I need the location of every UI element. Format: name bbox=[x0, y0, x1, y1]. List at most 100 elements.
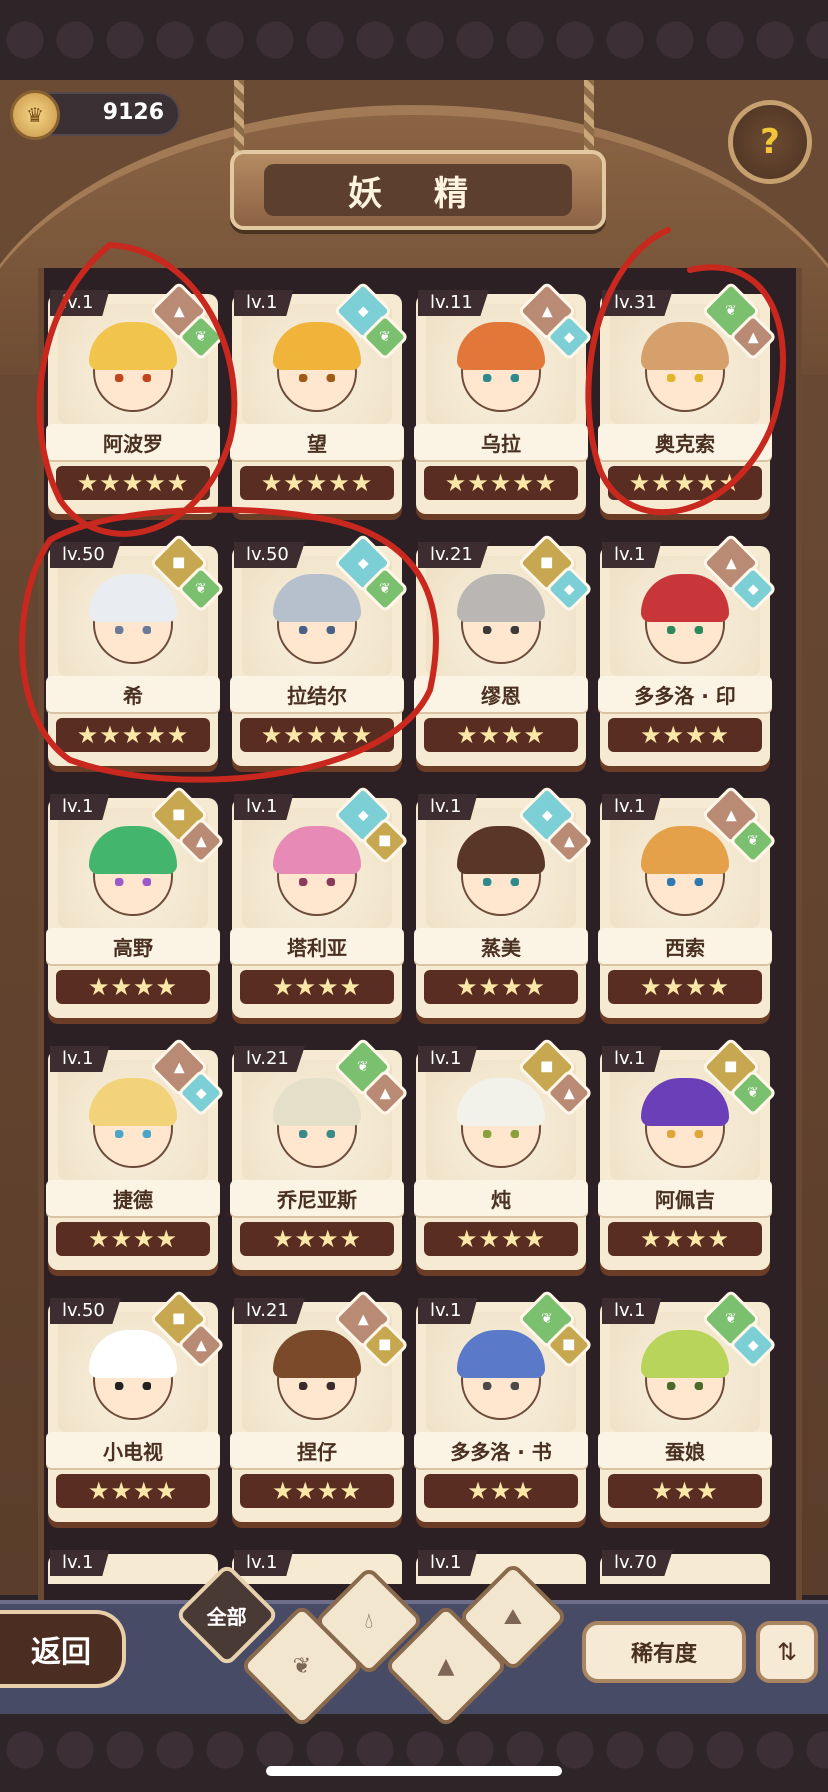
fairy-face bbox=[457, 826, 545, 916]
fairy-card[interactable]: lv.11 ▲ ◆ 乌拉 ★★★★★ bbox=[414, 281, 594, 514]
fairy-card[interactable]: lv.21 ▲ ■ 捏仔 ★★★★ bbox=[230, 1289, 410, 1522]
fairy-card[interactable]: lv.21 ■ ◆ 缪恩 ★★★★ bbox=[414, 533, 594, 766]
level-badge: lv.1 bbox=[50, 794, 110, 820]
fairy-face bbox=[273, 1330, 361, 1420]
fairy-face bbox=[273, 826, 361, 916]
fairy-name: 拉结尔 bbox=[230, 676, 404, 712]
star-rating: ★★★★ bbox=[424, 970, 578, 1004]
level-badge: lv.21 bbox=[234, 1046, 305, 1072]
fairy-name: 蚕娘 bbox=[598, 1432, 772, 1468]
star-rating: ★★★★ bbox=[56, 970, 210, 1004]
sort-order-button[interactable]: ⇅ bbox=[756, 1621, 818, 1683]
level-badge: lv.1 bbox=[418, 1298, 478, 1324]
fairy-name: 塔利亚 bbox=[230, 928, 404, 964]
fairy-card[interactable]: lv.1 ◆ ❦ 望 ★★★★★ bbox=[230, 281, 410, 514]
fairy-card[interactable]: lv.21 ❦ ▲ 乔尼亚斯 ★★★★ bbox=[230, 1037, 410, 1270]
earth-icon: ▲ bbox=[437, 1653, 455, 1679]
fairy-face bbox=[89, 1330, 177, 1420]
mountain-icon: ⛰︎ bbox=[503, 1604, 523, 1630]
fairy-card[interactable]: lv.1 ▲ ❦ 阿波罗 ★★★★★ bbox=[46, 281, 226, 514]
level-badge: lv.70 bbox=[602, 1550, 673, 1576]
back-label: 返回 bbox=[31, 1635, 91, 1670]
fairy-name: 奥克索 bbox=[598, 424, 772, 460]
fairy-name: 乌拉 bbox=[414, 424, 588, 460]
level-badge: lv.21 bbox=[234, 1298, 305, 1324]
fairy-card[interactable]: lv.1 ◆ ▲ 蒸美 ★★★★ bbox=[414, 785, 594, 1018]
fairy-face bbox=[641, 1330, 729, 1420]
level-badge: lv.1 bbox=[50, 1550, 110, 1576]
level-badge: lv.11 bbox=[418, 290, 489, 316]
star-rating: ★★★★ bbox=[240, 1474, 394, 1508]
fairy-face bbox=[89, 574, 177, 664]
fairy-name: 捏仔 bbox=[230, 1432, 404, 1468]
fairy-face bbox=[273, 1078, 361, 1168]
fairy-name: 高野 bbox=[46, 928, 220, 964]
top-decoration bbox=[0, 0, 828, 80]
leaf-icon: ❦ bbox=[292, 1653, 312, 1679]
fairy-name: 阿波罗 bbox=[46, 424, 220, 460]
star-rating: ★★★★ bbox=[240, 970, 394, 1004]
rarity-sort-button[interactable]: 稀有度 bbox=[582, 1621, 746, 1683]
star-rating: ★★★ bbox=[424, 1474, 578, 1508]
home-indicator[interactable] bbox=[266, 1766, 562, 1776]
fairy-card[interactable]: lv.1 ◆ ■ 塔利亚 ★★★★ bbox=[230, 785, 410, 1018]
currency-value: 9126 bbox=[102, 100, 164, 125]
fairy-name: 缪恩 bbox=[414, 676, 588, 712]
star-rating: ★★★★ bbox=[56, 1474, 210, 1508]
fairy-name: 捷德 bbox=[46, 1180, 220, 1216]
fairy-card[interactable]: lv.31 ❦ ▲ 奥克索 ★★★★★ bbox=[598, 281, 778, 514]
level-badge: lv.1 bbox=[418, 1046, 478, 1072]
fairy-name: 希 bbox=[46, 676, 220, 712]
fairy-card[interactable]: lv.1 ▲ ◆ 多多洛 · 印 ★★★★ bbox=[598, 533, 778, 766]
bottom-decoration bbox=[0, 1710, 828, 1792]
level-badge: lv.50 bbox=[50, 542, 121, 568]
currency-display: ♛ 9126 bbox=[10, 90, 180, 140]
fairy-card[interactable]: lv.70 bbox=[600, 1544, 770, 1584]
fairy-card[interactable]: lv.1 ▲ ❦ 西索 ★★★★ bbox=[598, 785, 778, 1018]
water-drop-icon: 💧︎ bbox=[364, 1608, 374, 1634]
rarity-label: 稀有度 bbox=[630, 1642, 697, 1667]
question-icon: ? bbox=[760, 122, 780, 162]
fairy-card[interactable]: lv.1 ■ ▲ 高野 ★★★★ bbox=[46, 785, 226, 1018]
sort-icon: ⇅ bbox=[776, 1638, 798, 1666]
help-button[interactable]: ? bbox=[728, 100, 812, 184]
fairy-name: 多多洛 · 印 bbox=[598, 676, 772, 712]
star-rating: ★★★★★ bbox=[240, 718, 394, 752]
fairy-card[interactable]: lv.1 ■ ▲ 炖 ★★★★ bbox=[414, 1037, 594, 1270]
level-badge: lv.1 bbox=[234, 290, 294, 316]
fairy-card[interactable]: lv.50 ◆ ❦ 拉结尔 ★★★★★ bbox=[230, 533, 410, 766]
level-badge: lv.1 bbox=[50, 290, 110, 316]
fairy-card[interactable]: lv.1 ■ ❦ 阿佩吉 ★★★★ bbox=[598, 1037, 778, 1270]
fairy-card[interactable]: lv.1 bbox=[48, 1544, 218, 1584]
level-badge: lv.1 bbox=[602, 542, 662, 568]
fairy-card[interactable]: lv.1 ❦ ■ 多多洛 · 书 ★★★ bbox=[414, 1289, 594, 1522]
level-badge: lv.1 bbox=[234, 1550, 294, 1576]
star-rating: ★★★★ bbox=[240, 1222, 394, 1256]
star-rating: ★★★★ bbox=[608, 970, 762, 1004]
fairy-card[interactable]: lv.50 ■ ▲ 小电视 ★★★★ bbox=[46, 1289, 226, 1522]
fairy-name: 阿佩吉 bbox=[598, 1180, 772, 1216]
page-title: 妖 精 bbox=[264, 164, 572, 216]
star-rating: ★★★ bbox=[608, 1474, 762, 1508]
fairy-face bbox=[457, 1330, 545, 1420]
fairy-name: 蒸美 bbox=[414, 928, 588, 964]
fairy-name: 乔尼亚斯 bbox=[230, 1180, 404, 1216]
fairy-card[interactable]: lv.1 ▲ ◆ 捷德 ★★★★ bbox=[46, 1037, 226, 1270]
fairy-card[interactable]: lv.50 ■ ❦ 希 ★★★★★ bbox=[46, 533, 226, 766]
back-button[interactable]: 返回 bbox=[0, 1610, 126, 1688]
level-badge: lv.31 bbox=[602, 290, 673, 316]
fairy-face bbox=[89, 322, 177, 412]
star-rating: ★★★★★ bbox=[608, 466, 762, 500]
fairy-name: 炖 bbox=[414, 1180, 588, 1216]
level-badge: lv.1 bbox=[418, 1550, 478, 1576]
filter-all-label: 全部 bbox=[207, 1604, 247, 1629]
title-plaque: 妖 精 bbox=[230, 150, 606, 230]
star-rating: ★★★★★ bbox=[424, 466, 578, 500]
level-badge: lv.21 bbox=[418, 542, 489, 568]
fairy-face bbox=[89, 1078, 177, 1168]
fairy-face bbox=[641, 826, 729, 916]
fairy-name: 多多洛 · 书 bbox=[414, 1432, 588, 1468]
level-badge: lv.1 bbox=[602, 1046, 662, 1072]
level-badge: lv.50 bbox=[50, 1298, 121, 1324]
fairy-card[interactable]: lv.1 ❦ ◆ 蚕娘 ★★★ bbox=[598, 1289, 778, 1522]
